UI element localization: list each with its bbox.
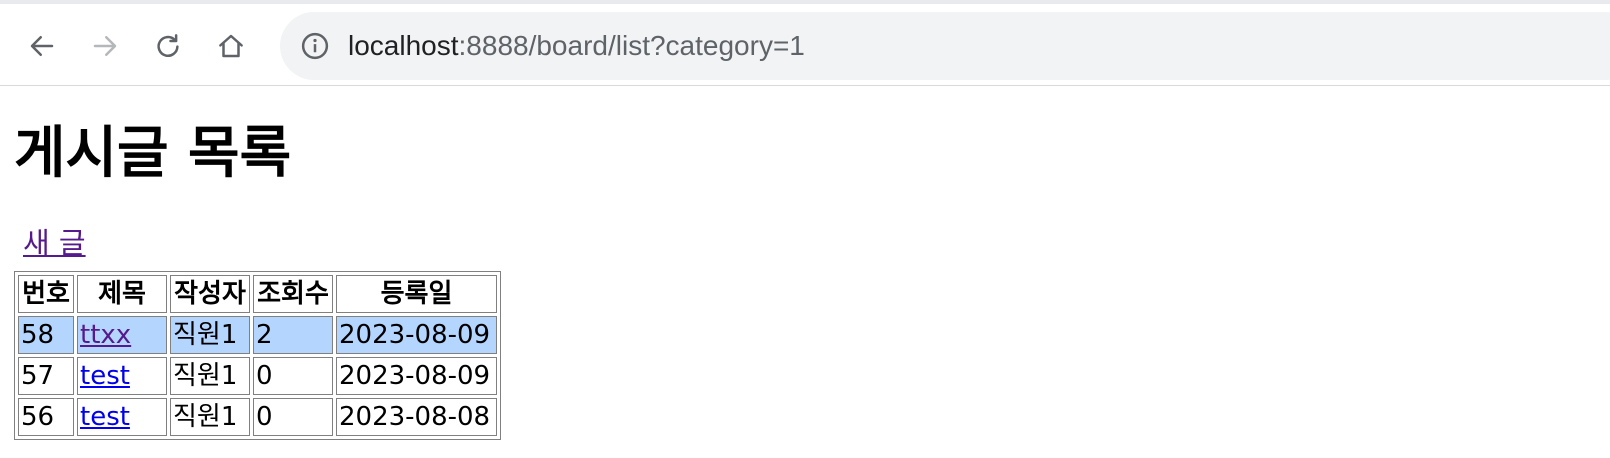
cell-title: ttxx: [77, 316, 167, 354]
cell-no: 58: [18, 316, 74, 354]
page-title: 게시글 목록: [14, 121, 292, 186]
address-bar[interactable]: localhost:8888/board/list?category=1: [280, 12, 1610, 80]
table-row: 58 ttxx 직원1 2 2023-08-09: [18, 316, 497, 354]
arrow-right-icon: [93, 36, 117, 56]
cell-writer: 직원1: [170, 398, 250, 436]
url-text[interactable]: localhost:8888/board/list?category=1: [348, 29, 805, 63]
cell-views: 0: [253, 398, 333, 436]
reload-button[interactable]: [146, 24, 190, 68]
cell-date: 2023-08-09: [336, 316, 497, 354]
header-title: 제목: [77, 275, 167, 313]
cell-no: 57: [18, 357, 74, 395]
header-no: 번호: [18, 275, 74, 313]
table-header-row: 번호 제목 작성자 조회수 등록일: [18, 275, 497, 313]
post-table: 번호 제목 작성자 조회수 등록일 58 ttxx 직원1 2 2023-08-…: [14, 271, 501, 440]
header-date: 등록일: [336, 275, 497, 313]
home-icon: [219, 34, 243, 58]
back-button[interactable]: [20, 24, 64, 68]
post-title-link[interactable]: test: [80, 402, 130, 432]
table-row: 56 test 직원1 0 2023-08-08: [18, 398, 497, 436]
url-path: :8888/board/list?category=1: [458, 30, 805, 61]
header-writer: 작성자: [170, 275, 250, 313]
cell-date: 2023-08-08: [336, 398, 497, 436]
reload-icon: [157, 34, 179, 58]
header-views: 조회수: [253, 275, 333, 313]
cell-views: 2: [253, 316, 333, 354]
page-content: 게시글 목록 새 글 번호 제목 작성자 조회수 등록일 58 ttxx 직원1…: [0, 86, 1610, 458]
cell-writer: 직원1: [170, 316, 250, 354]
arrow-left-icon: [30, 36, 54, 56]
cell-date: 2023-08-09: [336, 357, 497, 395]
post-title-link[interactable]: test: [80, 361, 130, 391]
url-host: localhost: [348, 30, 459, 61]
new-post-link[interactable]: 새 글: [23, 226, 86, 260]
cell-writer: 직원1: [170, 357, 250, 395]
cell-no: 56: [18, 398, 74, 436]
post-title-link[interactable]: ttxx: [80, 320, 131, 350]
forward-button[interactable]: [83, 24, 127, 68]
home-button[interactable]: [209, 24, 253, 68]
table-row: 57 test 직원1 0 2023-08-09: [18, 357, 497, 395]
cell-views: 0: [253, 357, 333, 395]
cell-title: test: [77, 398, 167, 436]
cell-title: test: [77, 357, 167, 395]
info-circle-icon[interactable]: [300, 31, 330, 61]
browser-toolbar: localhost:8888/board/list?category=1: [0, 0, 1610, 86]
